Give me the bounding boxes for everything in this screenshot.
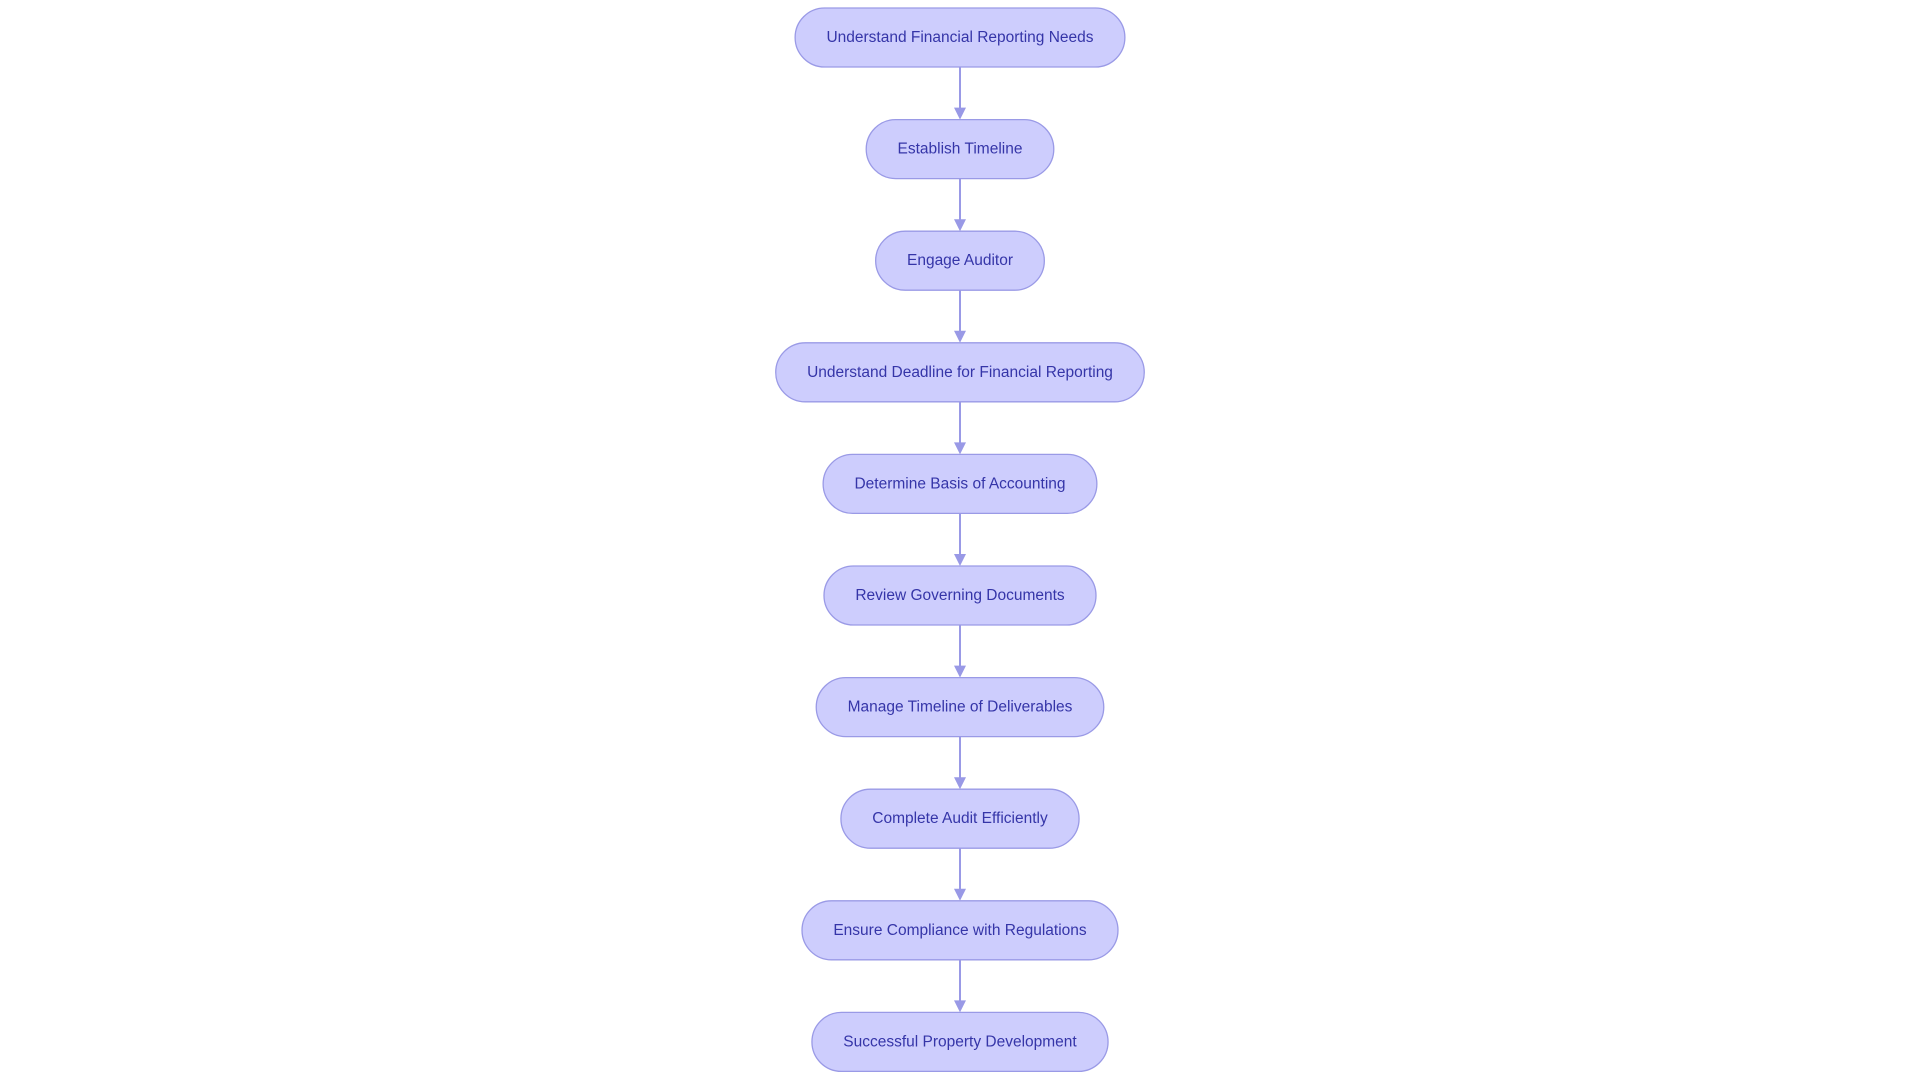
flow-node-n6: Review Governing Documents	[823, 565, 1097, 626]
arrowhead-icon	[954, 330, 966, 343]
node-label: Manage Timeline of Deliverables	[848, 699, 1073, 716]
flow-node-n1: Understand Financial Reporting Needs	[794, 7, 1126, 68]
arrowhead-icon	[954, 219, 966, 232]
arrowhead-icon	[954, 442, 966, 455]
arrowhead-icon	[954, 554, 966, 566]
flow-edge-n6-n7	[954, 625, 966, 678]
node-label: Successful Property Development	[843, 1033, 1077, 1050]
arrowhead-icon	[954, 665, 966, 678]
node-label: Complete Audit Efficiently	[872, 810, 1048, 827]
node-label: Establish Timeline	[898, 141, 1023, 158]
arrowhead-icon	[954, 1000, 966, 1013]
flow-node-n7: Manage Timeline of Deliverables	[815, 676, 1105, 738]
flow-edge-n3-n4	[954, 290, 966, 343]
edges-layer	[954, 67, 966, 1013]
flow-edge-n9-n10	[954, 959, 966, 1013]
flow-node-n10: Successful Property Development	[811, 1011, 1109, 1073]
arrowhead-icon	[954, 777, 966, 790]
flowchart: Understand Financial Reporting Needs Esta…	[775, 7, 1145, 1073]
node-label: Understand Financial Reporting Needs	[826, 29, 1093, 46]
arrowhead-icon	[954, 107, 966, 120]
node-label: Determine Basis of Accounting	[854, 475, 1065, 492]
flow-edge-n8-n9	[954, 848, 966, 901]
flow-node-n8: Complete Audit Efficiently	[840, 788, 1080, 849]
flow-edge-n1-n2	[954, 67, 966, 120]
node-label: Understand Deadline for Financial Report…	[807, 364, 1113, 381]
flow-node-n5: Determine Basis of Accounting	[822, 453, 1098, 515]
flow-node-n2: Establish Timeline	[865, 118, 1055, 180]
flow-edge-n5-n6	[954, 513, 966, 566]
flow-edge-n2-n3	[954, 178, 966, 232]
node-label: Review Governing Documents	[855, 587, 1065, 604]
flow-node-n3: Engage Auditor	[875, 230, 1045, 291]
flow-edge-n7-n8	[954, 736, 966, 790]
flow-node-n4: Understand Deadline for Financial Report…	[775, 342, 1145, 403]
node-label: Engage Auditor	[907, 252, 1013, 269]
flow-edge-n4-n5	[954, 401, 966, 455]
arrowhead-icon	[954, 888, 966, 901]
node-label: Ensure Compliance with Regulations	[833, 922, 1087, 939]
flow-node-n9: Ensure Compliance with Regulations	[801, 900, 1119, 961]
